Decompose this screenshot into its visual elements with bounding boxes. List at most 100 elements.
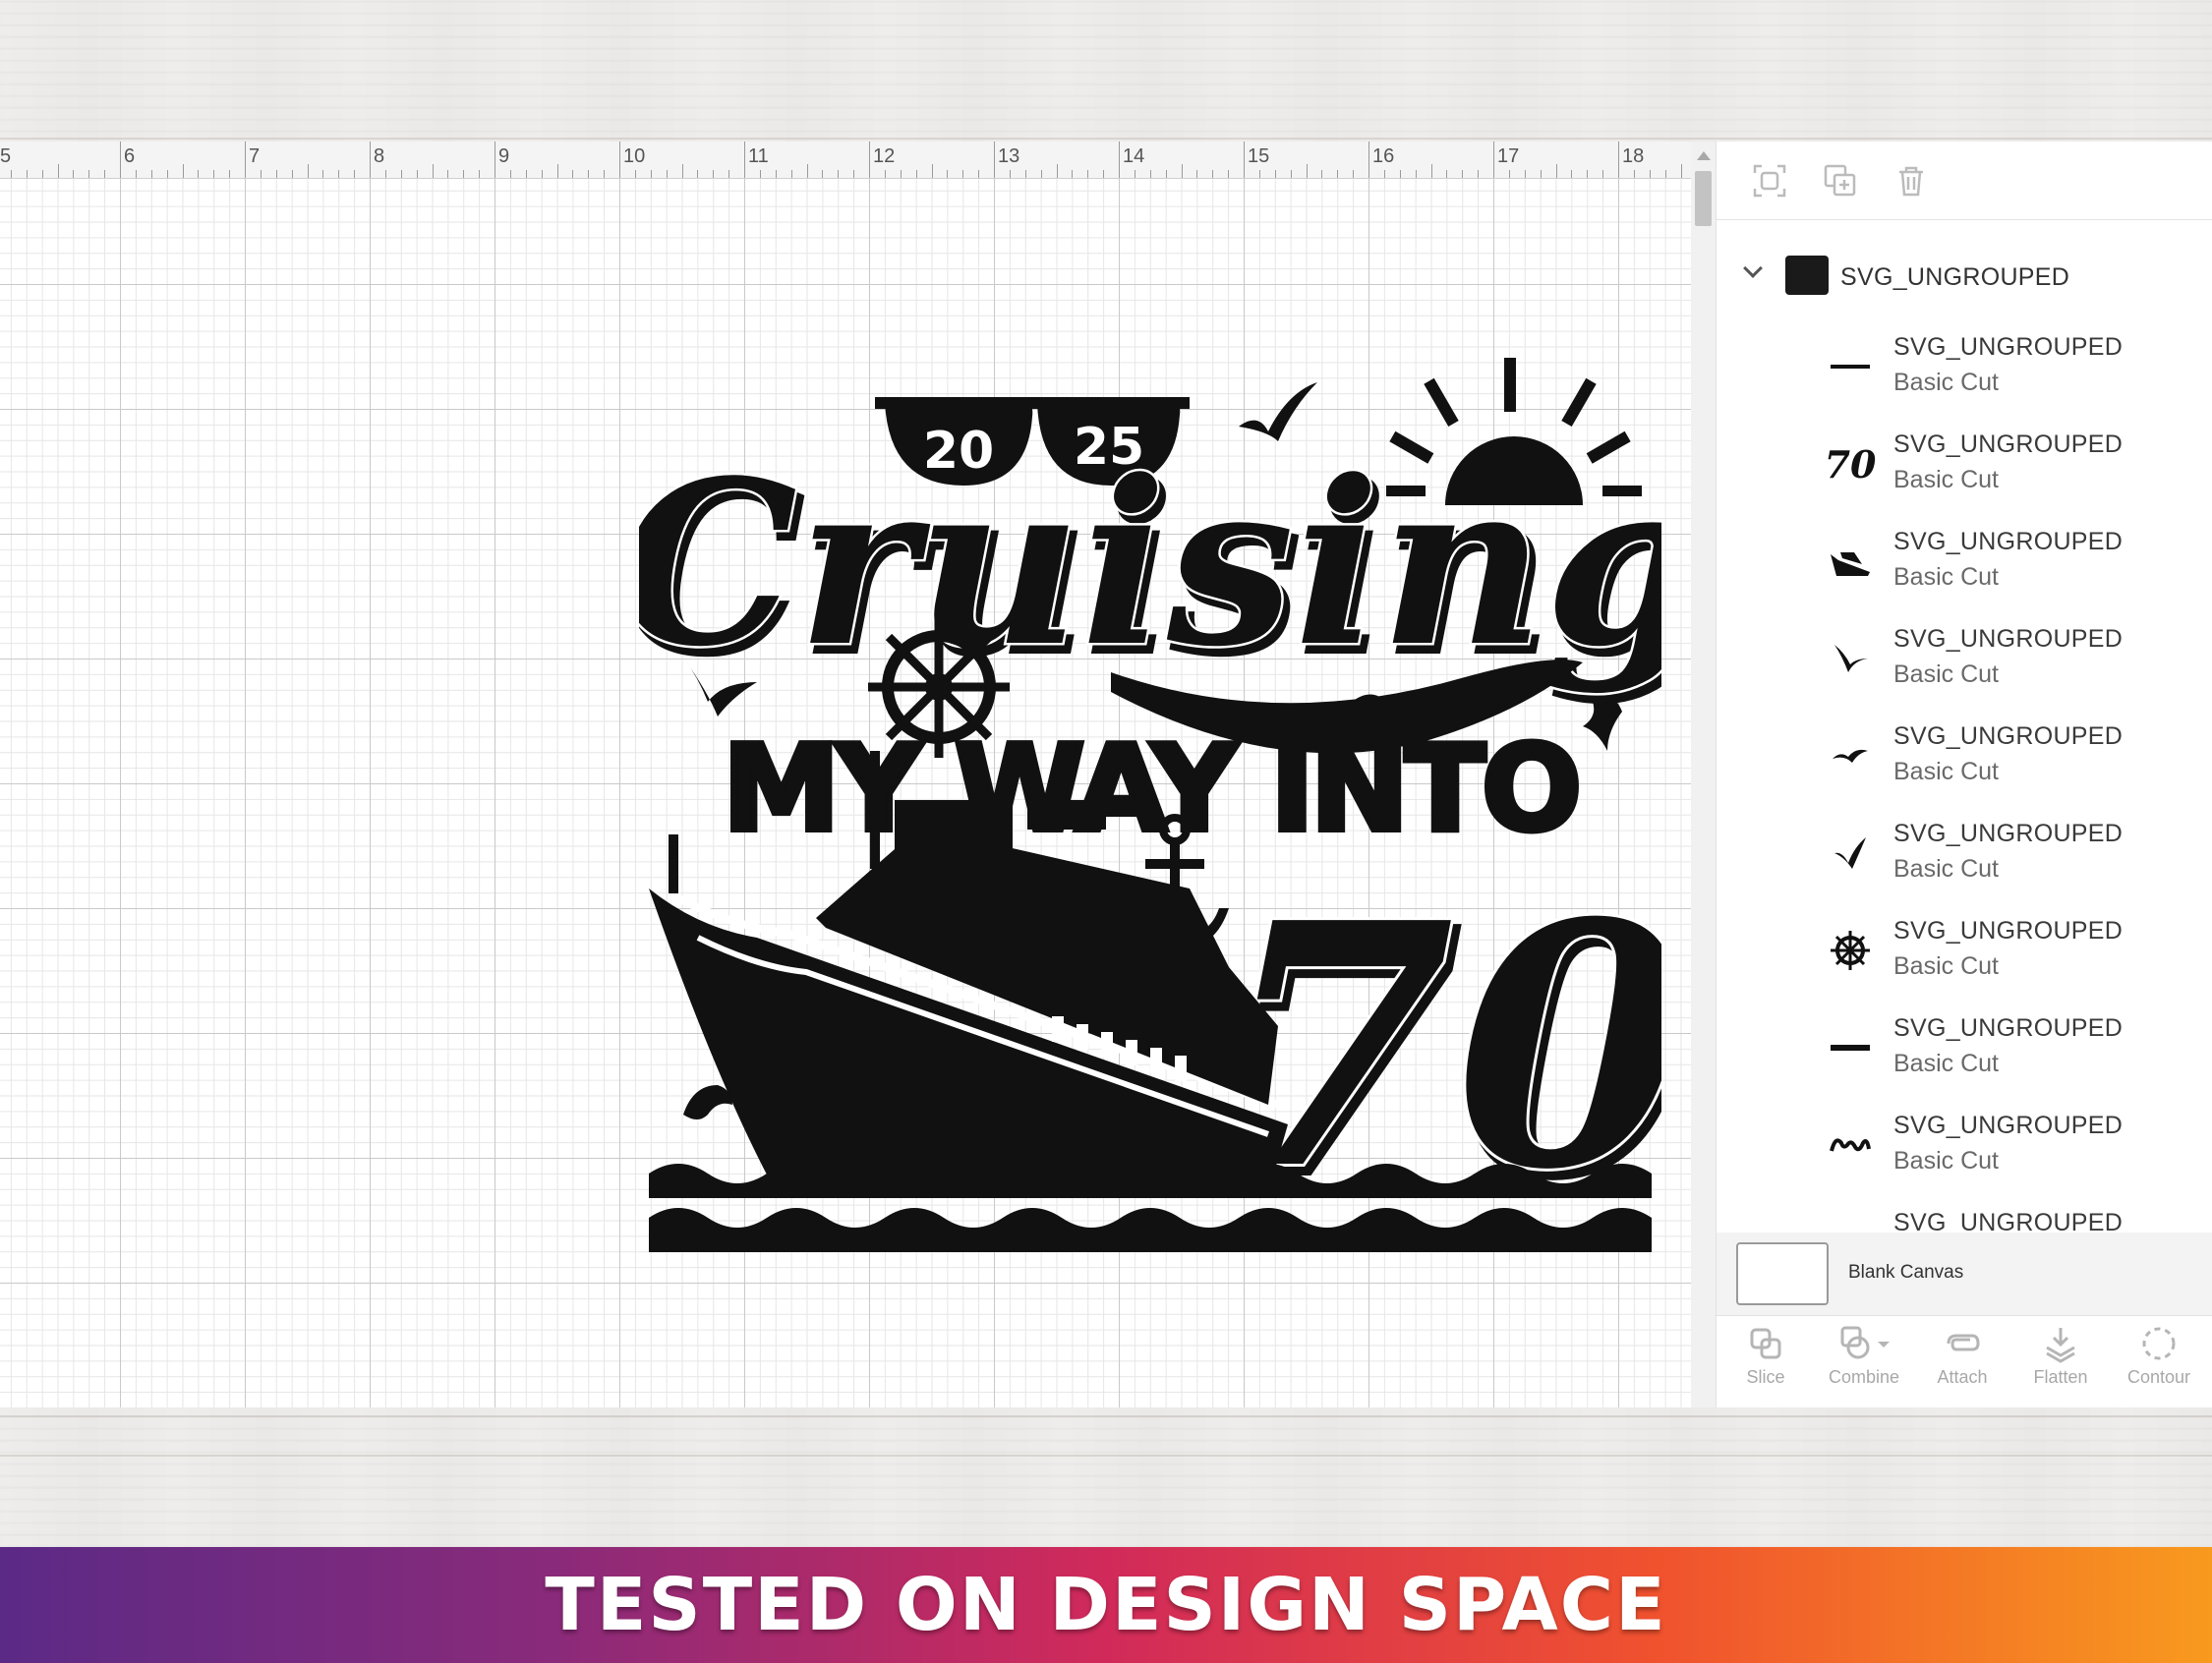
layer-group-row[interactable]: SVG_UNGROUPED <box>1717 244 2212 307</box>
flatten-button[interactable]: Flatten <box>2011 1324 2110 1403</box>
ruler-tick <box>681 164 683 178</box>
layer-name: SVG_UNGROUPED <box>1893 820 2124 847</box>
layer-name: SVG_UNGROUPED <box>1893 722 2124 750</box>
scroll-up-arrow-icon[interactable] <box>1697 151 1711 160</box>
trash-icon[interactable] <box>1893 163 1929 199</box>
ruler-tick <box>1024 170 1026 178</box>
ruler-tick <box>1446 170 1448 178</box>
ruler-tick <box>962 170 964 178</box>
attach-icon <box>1947 1334 1980 1351</box>
layer-row[interactable]: SVG_UNGROUPED Basic Cut <box>1717 907 2212 1004</box>
layer-row[interactable]: SVG_UNGROUPED Basic Cut <box>1717 615 2212 713</box>
layer-name: SVG_UNGROUPED <box>1893 1014 2124 1042</box>
chevron-down-icon[interactable] <box>1743 258 1763 278</box>
ruler-tick <box>1540 170 1542 178</box>
slice-button[interactable]: Slice <box>1717 1324 1815 1403</box>
layer-row[interactable]: SVG_UNGROUPED Basic Cut <box>1717 518 2212 615</box>
combine-button[interactable]: Combine <box>1815 1324 1913 1403</box>
ruler-label: 8 <box>374 145 385 167</box>
text-shape-icon <box>1825 1022 1876 1073</box>
ruler-tick <box>150 170 152 178</box>
small-shape-icon <box>1825 1217 1876 1233</box>
layer-row[interactable]: SVG_UNGROUPED Basic Cut <box>1717 323 2212 421</box>
ruler-tick <box>1290 170 1292 178</box>
ruler-label: 18 <box>1622 145 1645 167</box>
ruler-tick <box>1664 170 1666 178</box>
ruler-tick <box>713 170 715 178</box>
ruler-tick <box>572 170 574 178</box>
contour-button[interactable]: Contour <box>2110 1324 2208 1403</box>
ruler-label: 11 <box>748 145 769 167</box>
ruler-tick <box>229 170 231 178</box>
group-select-icon[interactable] <box>1752 163 1787 199</box>
combine-label: Combine <box>1828 1367 1900 1387</box>
ruler-tick <box>135 170 137 178</box>
layer-row[interactable]: SVG_UNGROUPED Basic Cut <box>1717 810 2212 907</box>
layer-type: Basic Cut <box>1893 758 1999 785</box>
ruler-tick <box>120 142 121 178</box>
ruler-tick <box>338 170 340 178</box>
ruler-tick <box>650 170 652 178</box>
flatten-label: Flatten <box>2033 1367 2088 1387</box>
ruler-tick <box>509 170 511 178</box>
line-shape-icon <box>1825 341 1876 392</box>
layer-name: SVG_UNGROUPED <box>1893 430 2124 458</box>
dolphin-shape <box>1583 696 1622 751</box>
ruler-tick <box>884 170 886 178</box>
ruler-tick <box>1399 170 1401 178</box>
ruler-tick <box>1258 170 1260 178</box>
layer-name: SVG_UNGROUPED <box>1893 1112 2124 1139</box>
ruler-tick <box>370 142 371 178</box>
layer-type: Basic Cut <box>1893 1147 1999 1175</box>
duplicate-icon[interactable] <box>1823 163 1858 199</box>
slice-icon <box>1750 1328 1781 1359</box>
ruler-tick <box>1430 164 1432 178</box>
ruler-label: 6 <box>124 145 136 167</box>
ruler-tick <box>73 170 75 178</box>
group-name: SVG_UNGROUPED <box>1840 263 2070 291</box>
ruler-tick <box>1368 142 1369 178</box>
layer-actions-bar: Slice Combine Attach Flatten Contour <box>1717 1315 2212 1407</box>
layer-row[interactable]: SVG_UNGROUPED Basic Cut <box>1717 1102 2212 1199</box>
layer-row[interactable]: SVG_UNGROUPED Basic Cut <box>1717 1004 2212 1102</box>
ruler-tick <box>775 170 777 178</box>
script-word-text: Cruising <box>639 431 1661 697</box>
canvas-area[interactable]: 5 6 7 8 9 10 11 12 13 14 15 16 17 18 20 … <box>0 142 1716 1407</box>
ruler-tick <box>166 170 168 178</box>
ruler-tick <box>1181 164 1183 178</box>
ruler-tick <box>1383 170 1385 178</box>
canvas-swatch[interactable] <box>1736 1242 1829 1305</box>
ruler-tick <box>1040 170 1042 178</box>
ruler-tick <box>354 170 356 178</box>
script-text-shape-icon <box>1825 1119 1876 1171</box>
ruler-tick <box>1072 170 1074 178</box>
layer-row[interactable]: SVG_UNGROUPED Basic Cut <box>1717 713 2212 810</box>
ruler-tick <box>1056 164 1058 178</box>
bird-shape-icon <box>1825 633 1876 684</box>
horizontal-ruler: 5 6 7 8 9 10 11 12 13 14 15 16 17 18 <box>0 142 1714 179</box>
ruler-tick <box>1103 170 1105 178</box>
ruler-tick <box>931 164 933 178</box>
layer-name: SVG_UNGROUPED <box>1893 625 2124 653</box>
scroll-thumb[interactable] <box>1695 171 1712 226</box>
layer-row[interactable]: 70 SVG_UNGROUPED Basic Cut <box>1717 421 2212 518</box>
line-text: MY WAY INTO <box>723 721 1578 858</box>
layers-list[interactable]: SVG_UNGROUPED SVG_UNGROUPED Basic Cut 70… <box>1717 220 2212 1233</box>
blank-canvas-label: Blank Canvas <box>1848 1262 1964 1283</box>
ruler-tick <box>1009 170 1011 178</box>
ruler-tick <box>416 170 418 178</box>
ruler-tick <box>245 142 246 178</box>
vertical-scrollbar[interactable] <box>1691 142 1716 1407</box>
ruler-tick <box>88 170 90 178</box>
layer-row[interactable]: SVG_UNGROUPED <box>1717 1199 2212 1233</box>
ruler-label: 15 <box>1248 145 1270 167</box>
attach-label: Attach <box>1937 1367 1988 1387</box>
blank-canvas-row[interactable]: Blank Canvas <box>1717 1233 2212 1315</box>
ruler-tick <box>104 170 106 178</box>
ruler-tick <box>384 170 386 178</box>
ruler-tick <box>728 170 730 178</box>
attach-button[interactable]: Attach <box>1913 1324 2011 1403</box>
cruising-design[interactable]: 20 25 Cruising Cruising MY WAY INTO 70 7… <box>639 338 1661 1262</box>
layer-name: SVG_UNGROUPED <box>1893 1209 2124 1233</box>
ruler-tick <box>479 170 481 178</box>
